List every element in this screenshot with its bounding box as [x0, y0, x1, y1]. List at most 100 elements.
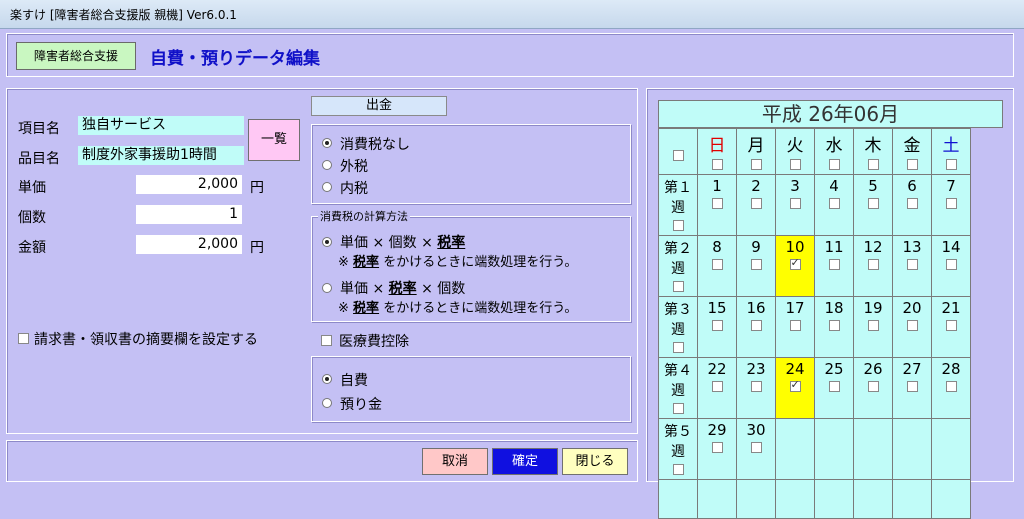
day-checkbox[interactable]: [711, 442, 723, 453]
day-cell-23[interactable]: 23: [736, 357, 776, 419]
day-checkbox[interactable]: [828, 198, 840, 209]
day-cell-22[interactable]: 22: [697, 357, 737, 419]
day-checkbox[interactable]: [789, 198, 801, 209]
day-checkbox[interactable]: [750, 320, 762, 331]
day-cell-3[interactable]: 3: [775, 174, 815, 236]
close-button[interactable]: 閉じる: [562, 448, 628, 475]
day-checkbox[interactable]: [867, 381, 879, 392]
day-cell-19[interactable]: 19: [853, 296, 893, 358]
day-checkbox[interactable]: [906, 198, 918, 209]
day-cell-25[interactable]: 25: [814, 357, 854, 419]
day-checkbox[interactable]: [906, 381, 918, 392]
weekday-checkbox[interactable]: [789, 159, 801, 170]
withdrawal-header: 出金: [311, 96, 447, 116]
week-label: 第２週: [664, 241, 692, 277]
week-checkbox[interactable]: [672, 403, 684, 414]
weekday-header-1: 月: [736, 128, 776, 175]
day-checkbox[interactable]: [945, 381, 957, 392]
day-cell-9[interactable]: 9: [736, 235, 776, 297]
day-cell-15[interactable]: 15: [697, 296, 737, 358]
day-checkbox[interactable]: [711, 198, 723, 209]
list-button[interactable]: 一覧: [248, 119, 300, 161]
tax-inclusive-label: 内税: [340, 181, 368, 197]
day-cell-18[interactable]: 18: [814, 296, 854, 358]
day-cell-24[interactable]: 24: [775, 357, 815, 419]
day-checkbox[interactable]: [828, 259, 840, 270]
amount-field[interactable]: 2,000: [136, 235, 242, 254]
tax-exclusive-radio[interactable]: [322, 160, 332, 170]
day-checkbox[interactable]: [750, 442, 762, 453]
day-checkbox[interactable]: [945, 198, 957, 209]
day-checkbox[interactable]: [945, 259, 957, 270]
weekday-checkbox[interactable]: [828, 159, 840, 170]
day-checkbox[interactable]: [711, 320, 723, 331]
day-cell-21[interactable]: 21: [931, 296, 971, 358]
empty-day-cell: [892, 479, 932, 519]
day-checkbox[interactable]: [750, 259, 762, 270]
day-cell-27[interactable]: 27: [892, 357, 932, 419]
weekday-checkbox[interactable]: [867, 159, 879, 170]
day-checkbox[interactable]: [828, 320, 840, 331]
calc-option2-radio[interactable]: [322, 283, 332, 293]
week-checkbox[interactable]: [672, 281, 684, 292]
week-checkbox[interactable]: [672, 220, 684, 231]
weekday-checkbox[interactable]: [750, 159, 762, 170]
unit-price-field[interactable]: 2,000: [136, 175, 242, 194]
weekday-checkbox[interactable]: [906, 159, 918, 170]
day-cell-11[interactable]: 11: [814, 235, 854, 297]
select-all-checkbox[interactable]: [672, 150, 684, 161]
weekday-checkbox[interactable]: [711, 159, 723, 170]
day-cell-20[interactable]: 20: [892, 296, 932, 358]
day-cell-8[interactable]: 8: [697, 235, 737, 297]
day-checkbox[interactable]: [906, 320, 918, 331]
day-checkbox[interactable]: [789, 256, 801, 270]
confirm-button[interactable]: 確定: [492, 448, 558, 475]
deposit-radio[interactable]: [322, 398, 332, 408]
medical-deduction-checkbox[interactable]: [321, 335, 332, 346]
day-cell-16[interactable]: 16: [736, 296, 776, 358]
week-checkbox[interactable]: [672, 342, 684, 353]
day-checkbox[interactable]: [906, 259, 918, 270]
calc-option1-radio[interactable]: [322, 237, 332, 247]
day-cell-26[interactable]: 26: [853, 357, 893, 419]
empty-day-cell: [658, 479, 698, 519]
day-cell-4[interactable]: 4: [814, 174, 854, 236]
self-pay-radio[interactable]: [322, 374, 332, 384]
day-cell-29[interactable]: 29: [697, 418, 737, 480]
day-cell-2[interactable]: 2: [736, 174, 776, 236]
day-checkbox[interactable]: [750, 198, 762, 209]
invoice-checkbox[interactable]: [18, 333, 29, 344]
day-checkbox[interactable]: [828, 381, 840, 392]
day-checkbox[interactable]: [711, 259, 723, 270]
weekday-checkbox[interactable]: [945, 159, 957, 170]
day-checkbox[interactable]: [750, 381, 762, 392]
day-cell-5[interactable]: 5: [853, 174, 893, 236]
day-cell-14[interactable]: 14: [931, 235, 971, 297]
quantity-field[interactable]: 1: [136, 205, 242, 224]
tax-none-radio[interactable]: [322, 138, 332, 148]
item-name-field[interactable]: 独自サービス: [78, 116, 244, 135]
day-checkbox[interactable]: [867, 320, 879, 331]
day-cell-6[interactable]: 6: [892, 174, 932, 236]
week-checkbox[interactable]: [672, 464, 684, 475]
day-cell-13[interactable]: 13: [892, 235, 932, 297]
day-checkbox[interactable]: [789, 378, 801, 392]
day-cell-30[interactable]: 30: [736, 418, 776, 480]
day-number: 4: [829, 177, 839, 195]
day-cell-1[interactable]: 1: [697, 174, 737, 236]
cancel-button[interactable]: 取消: [422, 448, 488, 475]
day-checkbox[interactable]: [789, 320, 801, 331]
product-name-field[interactable]: 制度外家事援助1時間: [78, 146, 244, 165]
day-cell-12[interactable]: 12: [853, 235, 893, 297]
day-cell-17[interactable]: 17: [775, 296, 815, 358]
week-label: 第５週: [664, 424, 692, 460]
tax-inclusive-radio[interactable]: [322, 182, 332, 192]
day-checkbox[interactable]: [867, 259, 879, 270]
day-checkbox[interactable]: [867, 198, 879, 209]
day-number: 16: [746, 299, 766, 317]
day-checkbox[interactable]: [711, 381, 723, 392]
day-cell-7[interactable]: 7: [931, 174, 971, 236]
day-cell-10[interactable]: 10: [775, 235, 815, 297]
day-cell-28[interactable]: 28: [931, 357, 971, 419]
day-checkbox[interactable]: [945, 320, 957, 331]
